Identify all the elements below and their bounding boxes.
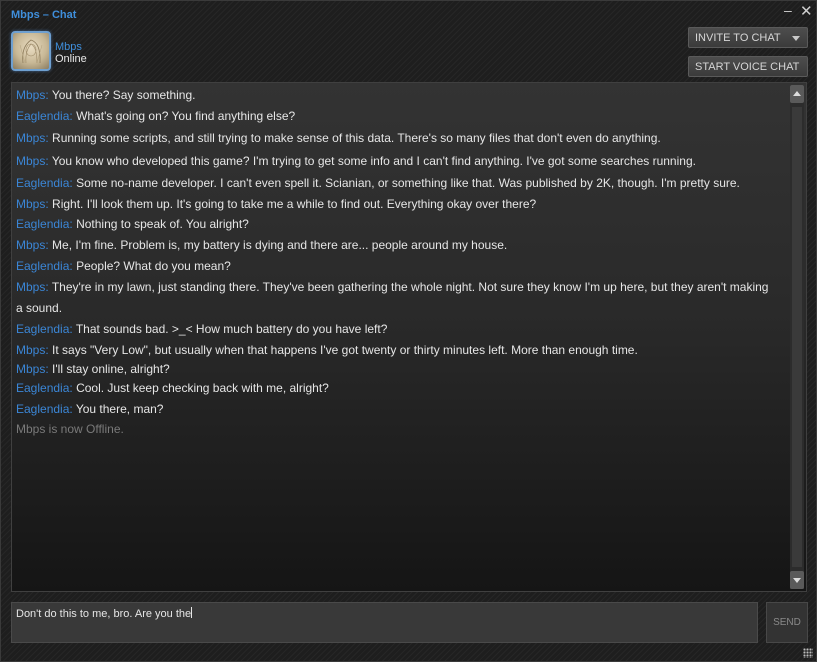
message-text: Some no-name developer. I can't even spe… [76, 176, 740, 190]
minimize-icon: – [784, 2, 792, 18]
chat-message: Mbps: You there? Say something. [16, 85, 776, 106]
message-sender[interactable]: Mbps: [16, 238, 49, 252]
chat-message: Mbps: Running some scripts, and still tr… [16, 128, 776, 149]
chat-message: Eaglendia: What's going on? You find any… [16, 106, 776, 127]
message-text: You there? Say something. [51, 88, 196, 102]
minimize-button[interactable]: – [784, 3, 792, 17]
start-voice-chat-button[interactable]: START VOICE CHAT [688, 56, 808, 77]
chat-message: Mbps: It says "Very Low", but usually wh… [16, 340, 776, 361]
message-input[interactable]: Don't do this to me, bro. Are you the [11, 602, 758, 643]
system-message: Mbps is now Offline. [16, 422, 124, 436]
message-sender[interactable]: Eaglendia: [16, 402, 73, 416]
invite-to-chat-button[interactable]: INVITE TO CHAT [688, 27, 808, 48]
chevron-down-icon [792, 36, 800, 41]
message-text: They're in my lawn, just standing there.… [16, 280, 769, 315]
chat-message: Eaglendia: Some no-name developer. I can… [16, 173, 776, 194]
chat-message: Eaglendia: Cool. Just keep checking back… [16, 378, 776, 399]
invite-to-chat-label: INVITE TO CHAT [695, 32, 781, 44]
avatar[interactable] [11, 31, 51, 71]
scroll-up-button[interactable] [790, 85, 804, 103]
chat-window: Mbps – Chat – ✕ Mbps Online INVITE TO CH… [0, 0, 817, 662]
scroll-down-button[interactable] [790, 571, 804, 589]
message-sender[interactable]: Eaglendia: [16, 109, 73, 123]
message-text: You there, man? [75, 402, 164, 416]
chat-log: Mbps: You there? Say something. Eaglendi… [11, 82, 807, 592]
message-sender[interactable]: Eaglendia: [16, 176, 73, 190]
message-sender[interactable]: Eaglendia: [16, 217, 73, 231]
chat-scrollbar[interactable] [790, 85, 804, 589]
resize-grip-icon[interactable] [803, 648, 813, 658]
close-button[interactable]: ✕ [800, 3, 813, 20]
message-text: You know who developed this game? I'm tr… [51, 154, 696, 168]
chat-message: Eaglendia: People? What do you mean? [16, 256, 776, 277]
message-sender[interactable]: Mbps: [16, 154, 49, 168]
send-button[interactable]: SEND [766, 602, 808, 643]
message-sender[interactable]: Mbps: [16, 362, 49, 376]
close-icon: ✕ [800, 3, 813, 20]
contact-status: Online [55, 53, 87, 65]
message-sender[interactable]: Mbps: [16, 197, 49, 211]
message-text: I'll stay online, alright? [52, 362, 170, 376]
message-text: Running some scripts, and still trying t… [52, 131, 661, 145]
chat-message: Mbps: Me, I'm fine. Problem is, my batte… [16, 235, 776, 256]
message-sender[interactable]: Mbps: [16, 131, 49, 145]
message-text: What's going on? You find anything else? [76, 109, 296, 123]
text-cursor [191, 607, 193, 618]
message-input-value: Don't do this to me, bro. Are you the [16, 608, 192, 620]
chat-message: Eaglendia: Nothing to speak of. You alri… [16, 214, 776, 235]
message-sender[interactable]: Eaglendia: [16, 259, 73, 273]
message-text: Right. I'll look them up. It's going to … [52, 197, 537, 211]
scroll-track[interactable] [792, 107, 802, 567]
message-sender[interactable]: Mbps: [16, 280, 49, 294]
message-text: It says "Very Low", but usually when tha… [52, 343, 638, 357]
chat-message: Mbps: You know who developed this game? … [16, 151, 776, 172]
chat-message: Eaglendia: You there, man? [16, 399, 776, 420]
message-text: People? What do you mean? [76, 259, 231, 273]
message-text: Me, I'm fine. Problem is, my battery is … [52, 238, 508, 252]
message-text: Nothing to speak of. You alright? [76, 217, 249, 231]
message-sender[interactable]: Mbps: [16, 88, 49, 102]
contact-name[interactable]: Mbps [55, 41, 82, 53]
avatar-portrait-icon [19, 39, 43, 64]
chat-message: Mbps: I'll stay online, alright? [16, 359, 776, 380]
chat-message: Mbps: Right. I'll look them up. It's goi… [16, 194, 776, 215]
message-text: That sounds bad. >_< How much battery do… [75, 322, 388, 336]
chat-message: Eaglendia: That sounds bad. >_< How much… [16, 319, 776, 340]
chat-message: Mbps: They're in my lawn, just standing … [16, 277, 776, 319]
message-sender[interactable]: Eaglendia: [16, 322, 73, 336]
message-sender[interactable]: Eaglendia: [16, 381, 73, 395]
message-sender[interactable]: Mbps: [16, 343, 49, 357]
message-text: Cool. Just keep checking back with me, a… [76, 381, 329, 395]
window-title: Mbps – Chat [11, 9, 77, 21]
